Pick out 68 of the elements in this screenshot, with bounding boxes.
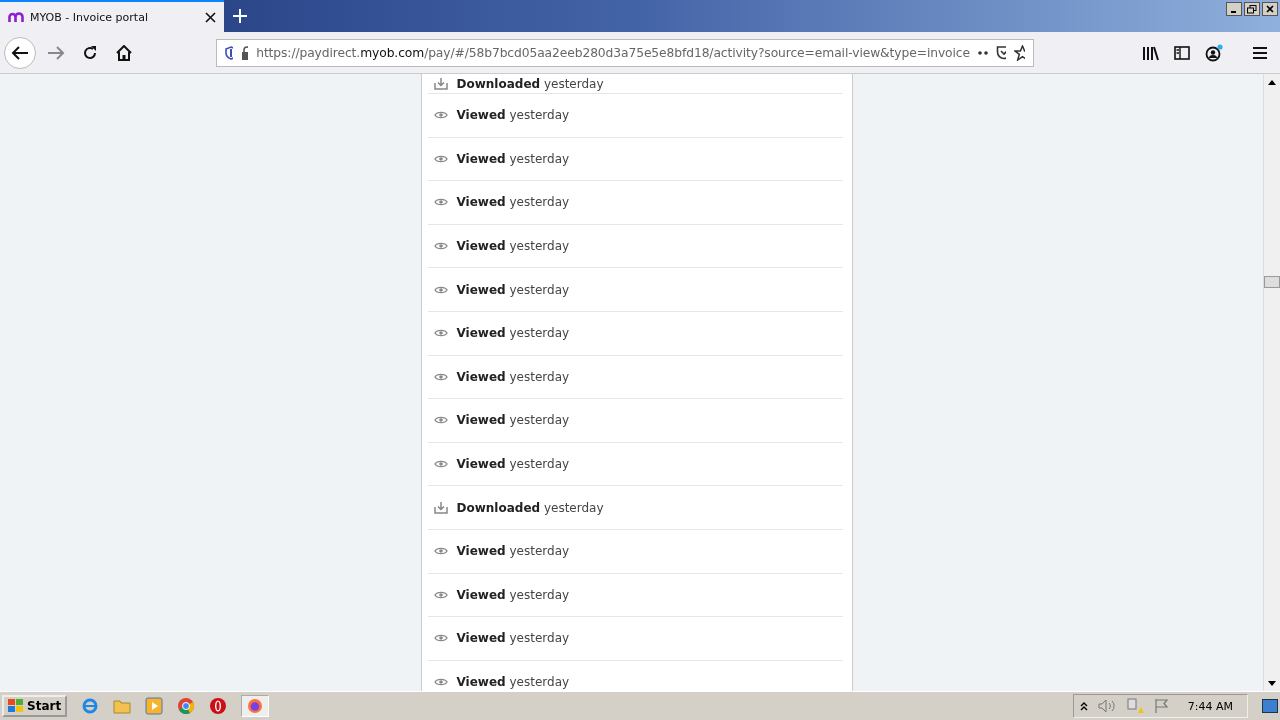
- close-icon[interactable]: [205, 11, 216, 23]
- chevron-up-icon[interactable]: [1079, 701, 1088, 711]
- flag-icon[interactable]: [1153, 698, 1170, 714]
- back-button[interactable]: [4, 36, 36, 69]
- activity-text: Viewed yesterday: [456, 108, 570, 123]
- eye-icon: [433, 241, 448, 252]
- activity-text: Downloaded yesterday: [456, 500, 604, 515]
- account-icon[interactable]: [1204, 43, 1224, 62]
- eye-icon: [433, 415, 448, 426]
- close-button[interactable]: [1262, 2, 1278, 16]
- eye-icon: [433, 197, 448, 208]
- firefox-taskbar-button[interactable]: [241, 695, 270, 717]
- tab-title: MYOB - Invoice portal: [30, 10, 149, 24]
- lock-icon: [240, 45, 249, 60]
- clock: 7:44 AM: [1187, 699, 1233, 713]
- library-icon[interactable]: [1142, 44, 1160, 61]
- address-bar[interactable]: https://paydirect.myob.com/pay/#/58b7bcd05aa2eeb280d3a75e5e8bfd18/activity?source=email-view&type=invoice: [216, 38, 1034, 67]
- eye-icon: [433, 459, 448, 470]
- chrome-icon[interactable]: [177, 697, 196, 715]
- eye-icon: [433, 153, 448, 164]
- eye-icon: [433, 284, 448, 295]
- activity-text: Viewed yesterday: [456, 239, 570, 254]
- activity-text: Viewed yesterday: [456, 151, 570, 166]
- media-player-icon[interactable]: [145, 697, 164, 715]
- shield-icon: [225, 45, 233, 60]
- activity-text: Viewed yesterday: [456, 369, 570, 384]
- speaker-icon[interactable]: [1097, 699, 1116, 713]
- browser-tab[interactable]: MYOB - Invoice portal: [0, 0, 224, 32]
- minimize-button[interactable]: [1226, 2, 1242, 16]
- activity-text: Viewed yesterday: [456, 631, 570, 646]
- scrollbar[interactable]: [1263, 74, 1280, 691]
- show-desktop-icon[interactable]: [1262, 699, 1278, 713]
- url-text: https://paydirect.myob.com/pay/#/58b7bcd05aa2eeb280d3a75e5e8bfd18/activity?source=email-view&type=invoice: [256, 45, 970, 60]
- windows-logo-icon: [8, 699, 24, 713]
- restore-icon: [1247, 4, 1257, 14]
- eye-icon: [433, 677, 448, 687]
- activity-text: Viewed yesterday: [456, 587, 570, 602]
- download-icon: [433, 77, 448, 90]
- activity-text: Viewed yesterday: [456, 675, 570, 689]
- scroll-up-icon[interactable]: [1268, 79, 1276, 85]
- sidebar-icon[interactable]: [1174, 45, 1190, 60]
- eye-icon: [433, 589, 448, 600]
- menu-icon[interactable]: [1252, 45, 1268, 60]
- activity-text: Viewed yesterday: [456, 457, 570, 472]
- scroll-thumb[interactable]: [1264, 276, 1280, 288]
- eye-icon: [433, 328, 448, 339]
- activity-text: Viewed yesterday: [456, 413, 570, 428]
- close-icon: [1266, 5, 1274, 13]
- restore-button[interactable]: [1244, 2, 1260, 16]
- scroll-down-icon[interactable]: [1268, 680, 1276, 686]
- activity-text: Viewed yesterday: [456, 326, 570, 341]
- opera-icon[interactable]: [209, 697, 228, 715]
- eye-icon: [433, 546, 448, 557]
- star-icon[interactable]: [1014, 44, 1025, 61]
- m-logo-icon: [8, 11, 24, 23]
- activity-text: Downloaded yesterday: [456, 76, 604, 91]
- activity-text: Viewed yesterday: [456, 195, 570, 210]
- more-icon[interactable]: [977, 50, 989, 55]
- activity-text: Viewed yesterday: [456, 282, 570, 297]
- pocket-icon[interactable]: [996, 45, 1007, 60]
- eye-icon: [433, 110, 448, 121]
- eye-icon: [433, 371, 448, 382]
- start-button[interactable]: Start: [2, 695, 68, 717]
- eye-icon: [433, 633, 448, 644]
- browser-icon: [247, 698, 264, 714]
- download-icon: [433, 501, 448, 515]
- back-arrow-icon: [11, 44, 29, 61]
- activity-text: Viewed yesterday: [456, 544, 570, 559]
